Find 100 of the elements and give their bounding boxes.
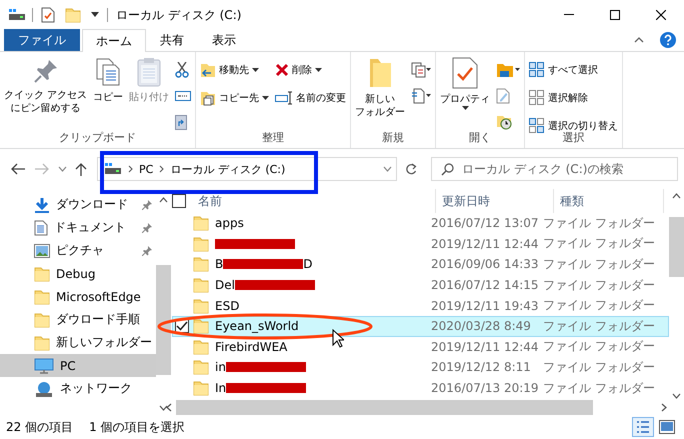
file-row[interactable]: 2019/12/11 12:44 ファイル フォルダー [172, 234, 669, 254]
chevron-up-icon [159, 197, 168, 203]
drive-icon [104, 163, 122, 175]
forward-arrow-icon [34, 163, 50, 175]
delete-icon [275, 63, 290, 77]
file-row[interactable]: in 2019/12/12 8:11 ファイル フォルダー [172, 357, 669, 378]
navigation-label: 新しいフォルダー [56, 334, 152, 351]
navigation-item[interactable]: PC [0, 354, 156, 377]
file-row[interactable]: Eyean_sWorld 2020/03/28 8:49 ファイル フォルダー [172, 316, 669, 337]
file-name: Del [215, 278, 235, 292]
breadcrumb[interactable]: ローカル ディスク (C:) [170, 162, 286, 176]
chevron-right-icon [159, 165, 164, 173]
ribbon-button[interactable]: プロパティ [438, 54, 492, 113]
file-name: apps [215, 216, 244, 230]
up-arrow-icon [75, 162, 87, 176]
date-cell-text: 2016/07/13 20:19 [430, 381, 540, 396]
file-name: FirebirdWEA [215, 340, 288, 354]
search-field[interactable]: ローカル ディスク (C:)の検索 [431, 157, 678, 181]
file-row[interactable]: B D 2016/09/06 14:33 ファイル フォルダー [172, 254, 669, 275]
checkmark-icon [176, 321, 188, 332]
ribbon-button[interactable]: コピー [91, 54, 126, 107]
group-label: 新規 [381, 130, 406, 146]
address-bar[interactable]: PC ローカル ディスク (C:) [97, 157, 397, 181]
back-arrow-icon [10, 163, 26, 175]
date-cell-text: 2016/07/12 13:07 [430, 216, 540, 230]
selection-count: 1 個の項目を選択 [89, 418, 185, 436]
documents-icon [411, 62, 432, 78]
large-icons-view-button[interactable] [656, 417, 678, 437]
breadcrumb[interactable]: PC [139, 162, 154, 176]
navigation-item[interactable]: Debug [0, 262, 156, 285]
type-cell: ファイル フォルダー [543, 318, 653, 335]
file-row[interactable]: In 2016/07/13 20:19 ファイル フォルダー [172, 378, 669, 398]
download-icon [34, 196, 50, 212]
globe-icon [34, 380, 54, 396]
document-icon [34, 220, 48, 236]
chevron-left-icon [166, 402, 172, 412]
file-menu-button[interactable]: ファイル [4, 29, 80, 51]
caret-icon [91, 12, 99, 18]
ribbon-button[interactable]: すべて選択 [527, 58, 620, 82]
navigation-label: ドキュメント [54, 219, 126, 236]
folder-icon [65, 7, 81, 23]
ribbon-button[interactable]: 選択解除 [527, 86, 620, 110]
folder-icon [34, 266, 50, 282]
file-row[interactable]: ESD 2019/12/11 19:43 ファイル フォルダー [172, 295, 669, 316]
select-all-checkbox[interactable] [172, 194, 186, 208]
details-view-button[interactable] [632, 417, 654, 437]
file-name: B [215, 257, 224, 272]
recent-locations-button[interactable] [58, 166, 67, 172]
ribbon-tab[interactable]: 表示 [198, 29, 250, 51]
navigation-label: PC [60, 358, 76, 372]
help-button[interactable] [658, 30, 678, 50]
checked-document-icon [452, 57, 478, 89]
navigation-item[interactable]: ドキュメント [0, 216, 156, 239]
file-row[interactable]: Del 2016/07/12 14:15 ファイル フォルダー [172, 274, 669, 296]
file-row[interactable]: apps 2016/07/12 13:07 ファイル フォルダー [172, 213, 669, 234]
navigation-item[interactable]: ダウロード手順 [0, 308, 156, 331]
folder-arrow-icon [200, 62, 216, 78]
file-row[interactable]: FirebirdWEA 2019/12/11 12:44 ファイル フォルダー [172, 336, 669, 358]
caret-icon [262, 96, 270, 100]
properties-button[interactable] [39, 5, 57, 25]
up-button[interactable] [75, 162, 87, 176]
ribbon-tab[interactable]: ホーム [82, 29, 146, 52]
navigation-item[interactable]: ネットワーク [0, 377, 156, 400]
ribbon-button[interactable]: 削除 [273, 58, 348, 82]
date-cell-text: 2020/03/28 8:49 [430, 319, 532, 334]
navigation-label: ダウロード手順 [56, 311, 140, 328]
refresh-button[interactable] [405, 163, 417, 175]
easy-access-button[interactable] [409, 86, 434, 106]
folder-icon [193, 256, 209, 272]
type-cell: ファイル フォルダー [543, 338, 653, 356]
ribbon-button[interactable]: 名前の変更 [273, 86, 348, 110]
ribbon-button[interactable]: 移動先 [198, 58, 272, 82]
new-item-button[interactable] [409, 60, 434, 80]
ribbon-tab[interactable]: 共有 [146, 29, 198, 51]
navigation-item[interactable]: MicrosoftEdge [0, 285, 156, 308]
date-cell-text: 2019/12/11 12:44 [430, 236, 540, 251]
ribbon-button[interactable]: コピー先 [198, 86, 272, 110]
navigation-item[interactable]: ピクチャ [0, 239, 156, 262]
ribbon-button[interactable]: クイック アクセス にピン留めする [2, 54, 90, 118]
folder-copy-icon [200, 90, 216, 106]
column-header[interactable]: 種類 [554, 189, 664, 213]
back-button[interactable] [10, 163, 26, 175]
picture-icon [34, 244, 50, 258]
chevron-up-icon [634, 37, 644, 43]
clock-icon [496, 114, 512, 130]
column-header[interactable]: 更新日時 [436, 189, 554, 213]
mouse-cursor-icon [332, 329, 344, 348]
folder-icon [34, 334, 50, 350]
navigation-item[interactable]: ダウンロード [0, 193, 156, 216]
navigation-item[interactable]: 新しいフォルダー [0, 331, 156, 354]
empty-grid-icon [529, 90, 546, 106]
type-cell: ファイル フォルダー [543, 297, 653, 314]
column-header[interactable]: 名前 [194, 189, 436, 213]
file-name: ESD [215, 298, 240, 313]
text-field-icon [175, 90, 192, 102]
folder-icon [193, 380, 209, 396]
type-cell: ファイル フォルダー [543, 214, 653, 232]
ribbon-button[interactable]: 新しい フォルダー [353, 54, 408, 122]
group-label: 整理 [261, 130, 286, 146]
chevron-up-icon [672, 193, 681, 199]
